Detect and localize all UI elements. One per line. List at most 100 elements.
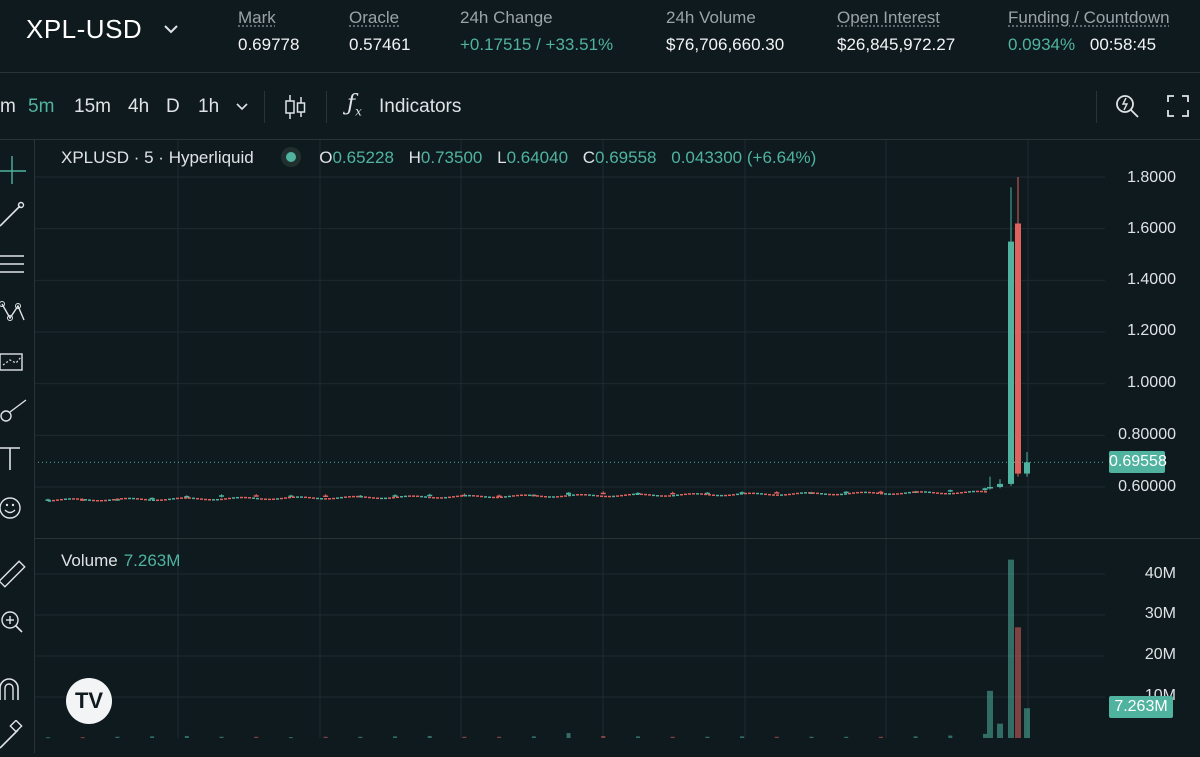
volume-bar bbox=[393, 736, 398, 738]
stat-value: 0.57461 bbox=[349, 35, 411, 54]
candle-body bbox=[572, 494, 575, 496]
divider bbox=[1096, 91, 1097, 123]
volume-bar bbox=[844, 736, 849, 738]
brush-icon[interactable] bbox=[0, 394, 32, 426]
candle-body bbox=[724, 494, 727, 497]
candle-body bbox=[427, 494, 433, 497]
candle-body bbox=[416, 495, 419, 498]
candle-body bbox=[672, 494, 675, 497]
volume-bar bbox=[497, 736, 502, 738]
candle-body bbox=[436, 497, 439, 499]
candle-body bbox=[336, 497, 339, 499]
candle-body bbox=[544, 496, 547, 498]
symbol-selector[interactable]: XPL-USD bbox=[26, 14, 142, 45]
candle-body bbox=[232, 497, 235, 499]
fullscreen-icon[interactable] bbox=[1166, 94, 1190, 118]
pane-divider[interactable] bbox=[34, 538, 1200, 539]
volume-bar bbox=[288, 737, 293, 739]
text-icon[interactable] bbox=[0, 442, 32, 474]
candle-body bbox=[540, 495, 543, 498]
emoji-icon[interactable] bbox=[0, 492, 32, 524]
candle-body bbox=[804, 492, 807, 494]
ruler-icon[interactable] bbox=[0, 558, 32, 590]
candle-body bbox=[424, 496, 427, 498]
candle-body bbox=[280, 497, 283, 500]
candle-body bbox=[528, 494, 531, 497]
stat-label: 24h Volume bbox=[666, 8, 756, 27]
candle-body bbox=[452, 496, 455, 498]
candle-body bbox=[652, 494, 655, 497]
candles-icon[interactable] bbox=[283, 93, 307, 121]
crosshair-icon[interactable] bbox=[0, 154, 32, 186]
candle-body bbox=[588, 494, 591, 496]
candle-body bbox=[116, 498, 119, 501]
candle-body bbox=[904, 492, 907, 494]
candle-body bbox=[60, 498, 63, 501]
chevron-down-icon[interactable] bbox=[160, 18, 182, 40]
timeframe-button[interactable]: 1h bbox=[198, 96, 219, 118]
candle-body bbox=[56, 499, 59, 501]
candle-body bbox=[316, 497, 319, 500]
volume-axis-tick: 20M bbox=[1144, 646, 1176, 663]
stat-24h-volume: 24h Volume $76,706,660.30 bbox=[666, 8, 784, 55]
price-axis-tick: 1.6000 bbox=[1127, 220, 1176, 237]
candle-body bbox=[220, 498, 223, 501]
candle-body bbox=[680, 494, 683, 496]
candle-body bbox=[176, 497, 179, 500]
volume-bar bbox=[80, 737, 85, 739]
candle-body bbox=[720, 494, 723, 497]
candle-body bbox=[536, 495, 539, 497]
volume-bar bbox=[948, 735, 953, 738]
timeframe-button[interactable]: 15m bbox=[74, 96, 111, 118]
candle-body bbox=[876, 492, 879, 494]
stat-24h-change: 24h Change +0.17515 / +33.51% bbox=[460, 8, 613, 55]
lock-drawing-icon[interactable] bbox=[0, 719, 32, 752]
candle-body bbox=[548, 496, 551, 498]
candle-body bbox=[808, 492, 811, 494]
trend-line-icon[interactable] bbox=[0, 200, 32, 232]
candle-body bbox=[584, 494, 587, 496]
chart-toolbar: m 5m 15m 4h D 1h ƒx Indicators bbox=[0, 73, 1200, 139]
candle-body bbox=[556, 496, 559, 498]
close-key: C bbox=[582, 148, 596, 167]
candle-body bbox=[728, 494, 731, 497]
candle-body bbox=[956, 492, 959, 494]
volume-bar bbox=[46, 737, 50, 739]
legend-title[interactable]: XPLUSD · 5 · Hyperliquid bbox=[61, 148, 254, 167]
candle-body bbox=[928, 491, 931, 494]
candle-body bbox=[208, 499, 211, 501]
chevron-down-icon[interactable] bbox=[234, 98, 250, 114]
candle-body bbox=[832, 493, 835, 496]
candle-body bbox=[566, 492, 572, 495]
candle-body bbox=[396, 496, 399, 499]
pattern-icon[interactable] bbox=[0, 296, 32, 328]
function-icon[interactable]: ƒx bbox=[347, 91, 362, 118]
volume-bar bbox=[601, 735, 606, 738]
volume-bar bbox=[1015, 627, 1021, 738]
volume-bar bbox=[462, 736, 467, 738]
candle-body bbox=[380, 497, 383, 500]
zoom-in-icon[interactable] bbox=[0, 606, 32, 638]
candle-body bbox=[524, 494, 527, 496]
indicators-button[interactable]: Indicators bbox=[379, 96, 461, 118]
candle-body bbox=[997, 483, 1003, 487]
horizontal-lines-icon[interactable] bbox=[0, 248, 32, 280]
candle-body bbox=[676, 494, 679, 496]
forecast-icon[interactable] bbox=[0, 346, 32, 378]
quick-search-icon[interactable] bbox=[1114, 93, 1140, 119]
magnet-icon[interactable] bbox=[0, 674, 32, 706]
volume-label[interactable]: Volume bbox=[61, 551, 118, 570]
candle-body bbox=[340, 496, 343, 499]
timeframe-button[interactable]: m bbox=[0, 96, 16, 118]
candle-body bbox=[312, 497, 315, 499]
candle-body bbox=[796, 492, 799, 495]
tradingview-logo[interactable]: TV bbox=[66, 678, 112, 724]
candle-body bbox=[240, 496, 243, 499]
price-chart[interactable] bbox=[0, 140, 1200, 753]
timeframe-button[interactable]: 4h bbox=[128, 96, 149, 118]
candle-body bbox=[392, 496, 395, 499]
timeframe-button[interactable]: D bbox=[166, 96, 180, 118]
timeframe-button-active[interactable]: 5m bbox=[28, 96, 54, 118]
candle-body bbox=[868, 491, 871, 494]
volume-bar bbox=[531, 736, 536, 738]
